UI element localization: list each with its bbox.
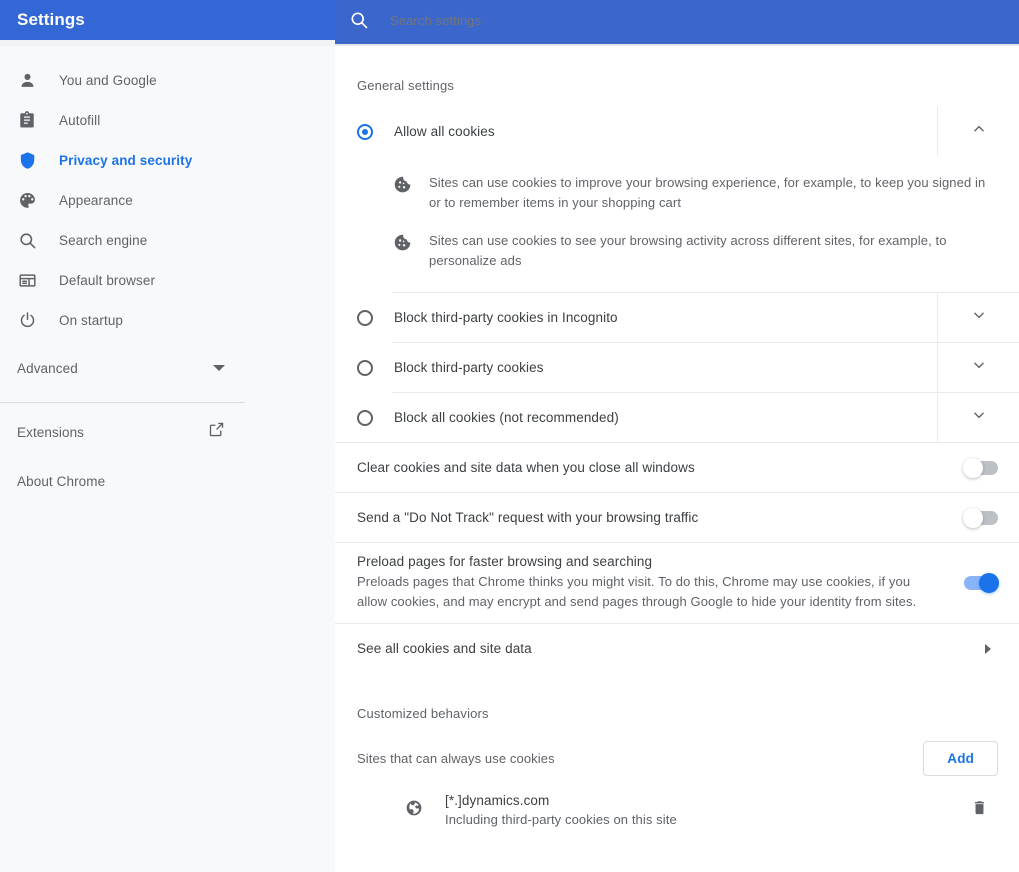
sidebar-item-label: You and Google <box>59 72 157 88</box>
description-item: Sites can use cookies to see your browsi… <box>335 222 1019 280</box>
chevron-up-icon <box>972 122 986 141</box>
arrow-right-icon <box>985 643 991 654</box>
settings-title-area: Settings <box>0 0 335 40</box>
person-icon <box>17 70 37 90</box>
radio-button[interactable] <box>357 123 373 140</box>
expand-toggle-allow-all[interactable] <box>937 107 1019 156</box>
toggle-row-preload-pages[interactable]: Preload pages for faster browsing and se… <box>335 543 1019 623</box>
toggle-subtitle: Preloads pages that Chrome thinks you mi… <box>357 574 917 609</box>
about-chrome-label: About Chrome <box>17 473 106 489</box>
radio-row-block-third-party-cookies[interactable]: Block third-party cookies <box>335 343 1019 392</box>
sidebar-item-label: Search engine <box>59 232 148 248</box>
top-bar: Settings <box>0 0 1019 40</box>
settings-content: General settings Allow all cookies Sites… <box>335 46 1019 872</box>
extensions-label: Extensions <box>17 424 85 440</box>
toggle-title: Clear cookies and site data when you clo… <box>357 460 695 475</box>
sidebar-item-label: Autofill <box>59 112 101 128</box>
chevron-down-icon <box>972 408 986 427</box>
radio-row-allow-all-cookies[interactable]: Allow all cookies <box>335 107 1019 156</box>
search-input[interactable] <box>390 12 790 28</box>
radio-button[interactable] <box>357 409 373 426</box>
expand-toggle-block-all[interactable] <box>937 393 1019 442</box>
expand-toggle-block-incognito[interactable] <box>937 293 1019 342</box>
description-item: Sites can use cookies to improve your br… <box>335 164 1019 222</box>
sidebar-item-privacy-and-security[interactable]: Privacy and security <box>0 140 335 180</box>
toggle-title: Send a "Do Not Track" request with your … <box>357 510 699 525</box>
sidebar-item-label: Default browser <box>59 272 156 288</box>
cookies-card: General settings Allow all cookies Sites… <box>335 46 1019 827</box>
toggle-row-do-not-track[interactable]: Send a "Do Not Track" request with your … <box>335 493 1019 542</box>
site-subtitle: Including third-party cookies on this si… <box>445 812 677 827</box>
toggle-knob <box>963 507 983 528</box>
general-settings-heading: General settings <box>357 78 455 93</box>
external-link-icon[interactable] <box>208 421 225 443</box>
site-list-item: [*.]dynamics.com Including third-party c… <box>335 776 1019 827</box>
cookie-icon <box>393 233 413 257</box>
description-text: Sites can use cookies to see your browsi… <box>429 233 947 268</box>
page-title: Settings <box>17 10 85 29</box>
radio-label: Block all cookies (not recommended) <box>394 410 619 425</box>
description-text: Sites can use cookies to improve your br… <box>429 175 986 210</box>
radio-row-block-all-cookies[interactable]: Block all cookies (not recommended) <box>335 393 1019 442</box>
power-icon <box>17 310 37 330</box>
site-name: [*.]dynamics.com <box>445 793 550 808</box>
sidebar: You and Google Autofill Privacy and secu… <box>0 46 335 872</box>
sidebar-item-search-engine[interactable]: Search engine <box>0 220 335 260</box>
radio-button[interactable] <box>357 359 373 376</box>
row-see-all-cookies[interactable]: See all cookies and site data <box>335 624 1019 673</box>
site-texts: [*.]dynamics.com Including third-party c… <box>445 793 971 827</box>
toggle-switch-preload-pages[interactable] <box>964 573 999 593</box>
radio-label: Block third-party cookies <box>394 360 544 375</box>
search-bar[interactable] <box>335 0 1019 40</box>
toggle-texts: Clear cookies and site data when you clo… <box>357 460 695 475</box>
advanced-label: Advanced <box>17 360 78 376</box>
sidebar-item-appearance[interactable]: Appearance <box>0 180 335 220</box>
sidebar-item-label: Privacy and security <box>59 152 193 168</box>
browser-window-icon <box>17 270 37 290</box>
cookie-icon <box>393 175 413 199</box>
see-all-cookies-label: See all cookies and site data <box>357 641 532 656</box>
always-allow-label: Sites that can always use cookies <box>357 751 555 766</box>
sidebar-item-about-chrome[interactable]: About Chrome <box>0 461 335 501</box>
chevron-down-icon <box>972 358 986 377</box>
customized-behaviors-heading: Customized behaviors <box>357 706 489 721</box>
sidebar-item-advanced[interactable]: Advanced <box>0 348 335 388</box>
toggle-texts: Send a "Do Not Track" request with your … <box>357 510 698 525</box>
shield-icon <box>17 150 37 170</box>
sidebar-item-label: On startup <box>59 312 124 328</box>
chevron-down-icon <box>972 308 986 327</box>
cookie-options-group: Allow all cookies Sites can use cookies … <box>335 107 1019 442</box>
sidebar-item-you-and-google[interactable]: You and Google <box>0 60 335 100</box>
add-site-button[interactable]: Add <box>923 741 998 776</box>
radio-button[interactable] <box>357 309 373 326</box>
palette-icon <box>17 190 37 210</box>
expand-toggle-block-third-party[interactable] <box>937 343 1019 392</box>
toggle-texts: Preload pages for faster browsing and se… <box>357 554 942 612</box>
radio-label: Allow all cookies <box>394 124 495 139</box>
toggle-knob <box>963 457 983 478</box>
sidebar-item-extensions[interactable]: Extensions <box>0 412 335 452</box>
clipboard-icon <box>17 110 37 130</box>
toggle-knob <box>979 573 999 593</box>
sidebar-item-default-browser[interactable]: Default browser <box>0 260 335 300</box>
sidebar-item-on-startup[interactable]: On startup <box>0 300 335 340</box>
search-icon <box>17 230 37 250</box>
sidebar-item-label: Appearance <box>59 192 133 208</box>
toggle-row-clear-cookies[interactable]: Clear cookies and site data when you clo… <box>335 443 1019 492</box>
search-icon <box>349 10 369 30</box>
globe-icon <box>405 799 425 822</box>
radio-row-block-third-party-incognito[interactable]: Block third-party cookies in Incognito <box>335 293 1019 342</box>
sidebar-item-autofill[interactable]: Autofill <box>0 100 335 140</box>
caret-down-icon <box>213 365 225 371</box>
allow-all-cookies-descriptions: Sites can use cookies to improve your br… <box>335 156 1019 292</box>
radio-label: Block third-party cookies in Incognito <box>394 310 618 325</box>
trash-icon[interactable] <box>971 799 988 821</box>
always-allow-header: Sites that can always use cookies Add <box>335 721 1019 776</box>
toggle-title: Preload pages for faster browsing and se… <box>357 554 653 569</box>
sidebar-divider <box>0 402 245 403</box>
toggle-switch-clear-cookies[interactable] <box>963 457 998 478</box>
toggle-switch-do-not-track[interactable] <box>963 507 998 528</box>
